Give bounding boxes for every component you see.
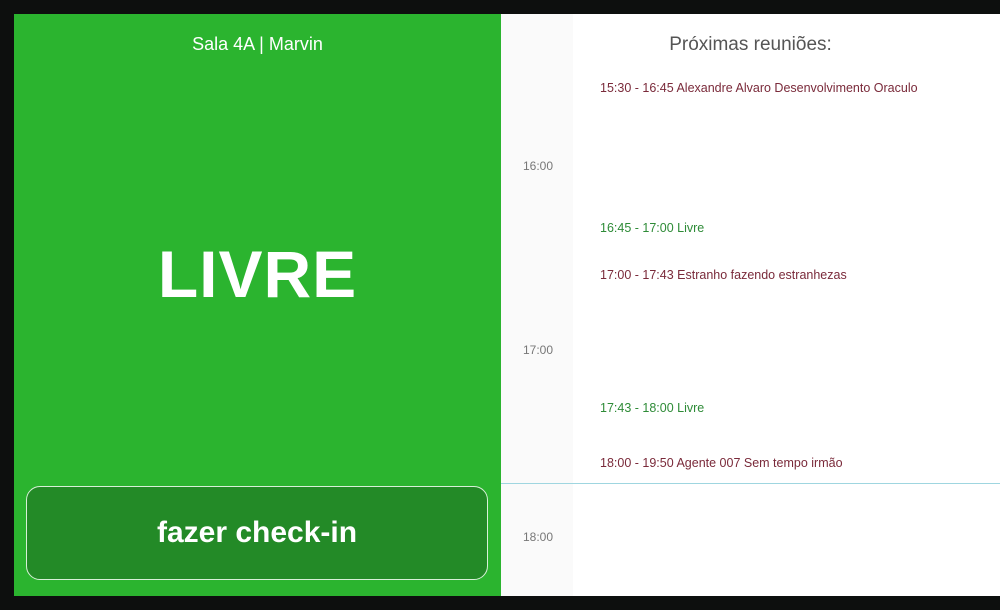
event-item[interactable]: 17:43 - 18:00 Livre bbox=[600, 401, 704, 415]
event-item[interactable]: 17:00 - 17:43 Estranho fazendo estranhez… bbox=[600, 268, 847, 282]
time-column: 16:00 17:00 18:00 bbox=[501, 14, 573, 596]
schedule-title: Próximas reuniões: bbox=[669, 34, 832, 55]
event-item[interactable]: 16:45 - 17:00 Livre bbox=[600, 221, 704, 235]
event-item[interactable]: 18:00 - 19:50 Agente 007 Sem tempo irmão bbox=[600, 456, 843, 470]
event-item[interactable]: 15:30 - 16:45 Alexandre Alvaro Desenvolv… bbox=[600, 81, 918, 95]
checkin-button[interactable]: fazer check-in bbox=[26, 486, 488, 580]
schedule-panel: 16:00 17:00 18:00 Próximas reuniões: 15:… bbox=[501, 14, 1000, 596]
room-display-screen: Sala 4A | Marvin LIVRE fazer check-in 16… bbox=[14, 14, 1000, 596]
room-status-panel: Sala 4A | Marvin LIVRE fazer check-in bbox=[14, 14, 501, 596]
room-name: Sala 4A | Marvin bbox=[192, 34, 323, 54]
hour-label: 18:00 bbox=[523, 530, 554, 544]
hour-label: 16:00 bbox=[523, 159, 554, 173]
current-time-line bbox=[501, 483, 1000, 484]
hour-label: 17:00 bbox=[523, 343, 554, 357]
room-status: LIVRE bbox=[157, 237, 358, 311]
